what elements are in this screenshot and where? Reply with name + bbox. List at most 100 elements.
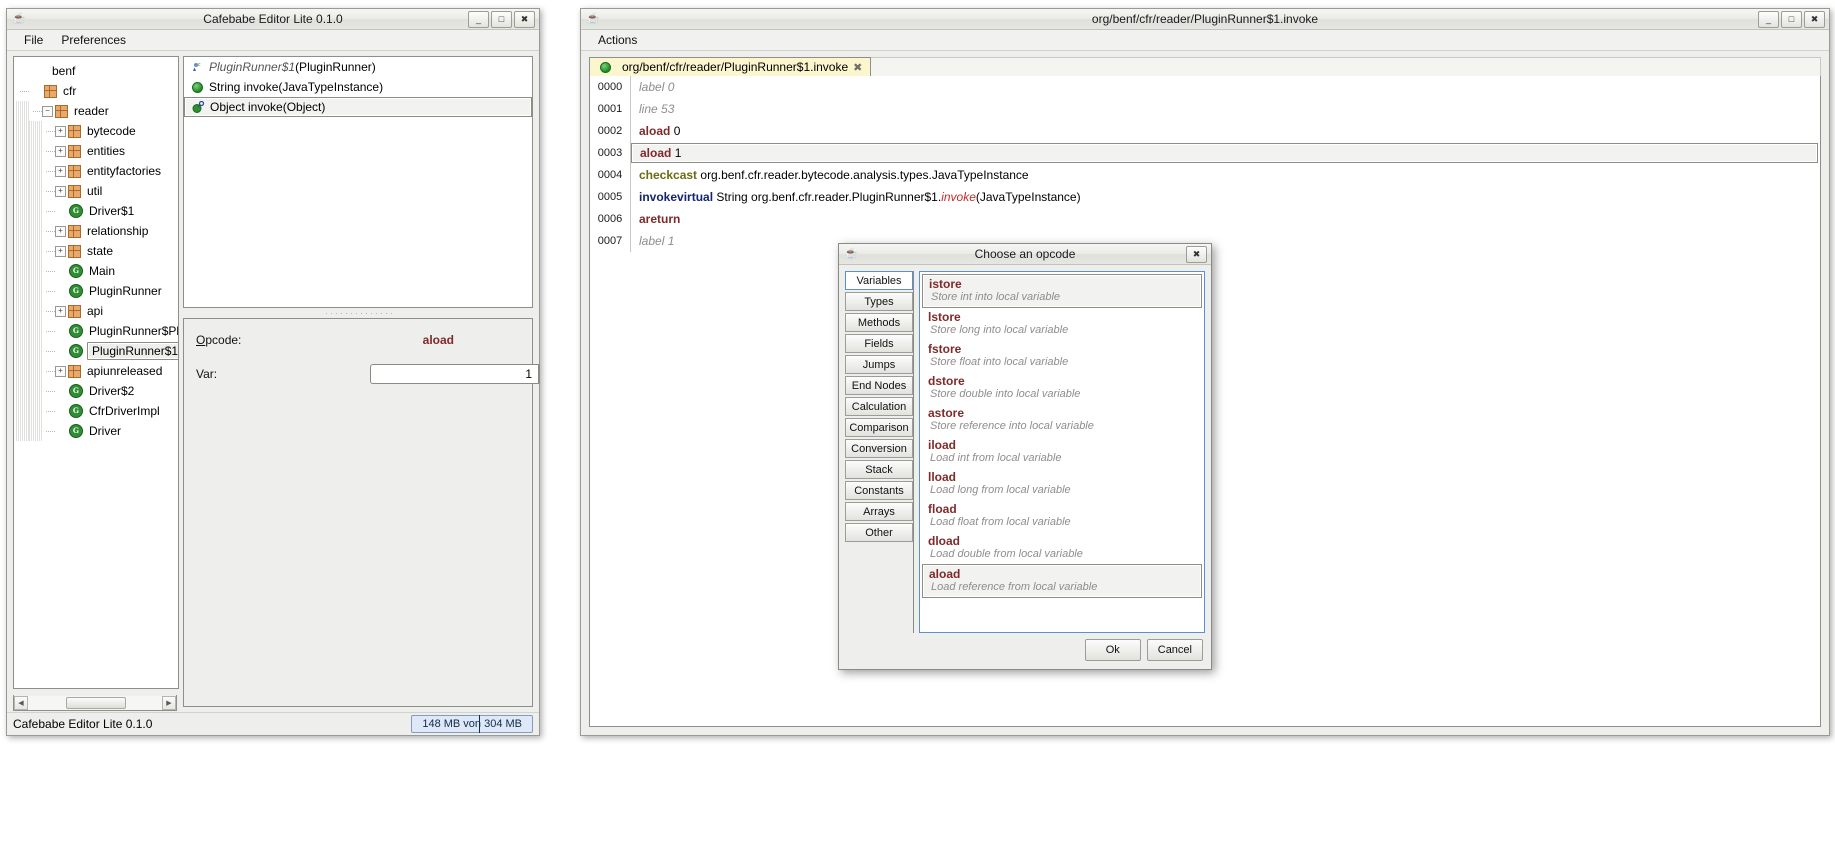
tree-guide-icon xyxy=(29,361,42,381)
tree-node-entityfactories[interactable]: + entityfactories xyxy=(14,161,178,181)
minimize-button[interactable]: _ xyxy=(468,10,489,28)
menu-actions[interactable]: Actions xyxy=(589,31,646,49)
bytecode-row[interactable]: 0005 invokevirtual String org.benf.cfr.re… xyxy=(590,186,1820,208)
category-comparison[interactable]: Comparison xyxy=(845,418,913,437)
category-methods[interactable]: Methods xyxy=(845,313,913,332)
category-fields[interactable]: Fields xyxy=(845,334,913,353)
opcode-option-dstore[interactable]: dstore Store double into local variable xyxy=(922,372,1202,404)
tree-node-pluginrunner-plugin[interactable]: G PluginRunner$Plugin xyxy=(14,321,178,341)
category-stack[interactable]: Stack xyxy=(845,460,913,479)
opcode-option-fstore[interactable]: fstore Store float into local variable xyxy=(922,340,1202,372)
member-list-item[interactable]: Object invoke(Object) xyxy=(184,97,532,117)
member-list[interactable]: c PluginRunner$1(PluginRunner) String invo… xyxy=(183,56,533,308)
bytecode-row[interactable]: 0004 checkcast org.benf.cfr.reader.byteco… xyxy=(590,164,1820,186)
tree-node-util[interactable]: + util xyxy=(14,181,178,201)
scroll-track[interactable] xyxy=(28,695,162,710)
tree-expand-icon[interactable]: + xyxy=(55,225,66,237)
close-button[interactable]: ✖ xyxy=(514,10,535,28)
tree-node-api[interactable]: + api xyxy=(14,301,178,321)
close-button[interactable]: ✖ xyxy=(1804,10,1825,28)
tree-node-driver-2[interactable]: G Driver$2 xyxy=(14,381,178,401)
tree-horizontal-scrollbar[interactable]: ◀ ▶ xyxy=(13,695,177,711)
tree-node-cfr[interactable]: cfr xyxy=(14,81,178,101)
tree-expand-icon[interactable]: + xyxy=(55,125,66,137)
right-window-titlebar[interactable]: ☕ org/benf/cfr/reader/PluginRunner$1.inv… xyxy=(581,9,1829,30)
opcode-option-description: Store int into local variable xyxy=(931,291,1061,303)
tree-handle-spacer xyxy=(29,85,42,98)
tree-expand-icon[interactable]: + xyxy=(55,365,66,377)
tree-node-entities[interactable]: + entities xyxy=(14,141,178,161)
maximize-button[interactable]: □ xyxy=(1781,10,1802,28)
menu-file[interactable]: File xyxy=(15,31,52,49)
opcode-option-lstore[interactable]: lstore Store long into local variable xyxy=(922,308,1202,340)
tree-node-benf[interactable]: benf xyxy=(14,61,178,81)
category-label: Jumps xyxy=(862,358,896,371)
opcode-option-istore[interactable]: istore Store int into local variable xyxy=(922,274,1202,308)
tree-expand-icon[interactable]: + xyxy=(55,245,66,257)
ok-button[interactable]: Ok xyxy=(1084,639,1141,661)
opcode-option-fload[interactable]: fload Load float from local variable xyxy=(922,500,1202,532)
instruction-text: invokevirtual String org.benf.cfr.reader… xyxy=(631,186,1820,208)
member-list-item[interactable]: c PluginRunner$1(PluginRunner) xyxy=(184,57,532,77)
var-input[interactable] xyxy=(370,364,538,384)
tree-expand-icon[interactable]: + xyxy=(55,185,66,197)
tree-node-driver[interactable]: G Driver xyxy=(14,421,178,441)
tree-expand-icon[interactable]: + xyxy=(55,305,66,317)
opcode-option-lload[interactable]: lload Load long from local variable xyxy=(922,468,1202,500)
category-conversion[interactable]: Conversion xyxy=(845,439,913,458)
bytecode-row[interactable]: 0000 label 0 xyxy=(590,76,1820,98)
tree-node-main[interactable]: G Main xyxy=(14,261,178,281)
class-icon: G xyxy=(69,264,83,278)
maximize-button[interactable]: □ xyxy=(491,10,512,28)
scroll-thumb[interactable] xyxy=(65,696,127,709)
dialog-close-button[interactable]: ✖ xyxy=(1186,245,1207,263)
opcode-option-astore[interactable]: astore Store reference into local variabl… xyxy=(922,404,1202,436)
cancel-button[interactable]: Cancel xyxy=(1146,639,1203,661)
bytecode-row[interactable]: 0003 aload 1 xyxy=(590,142,1820,164)
tree-node-pluginrunner-1[interactable]: G PluginRunner$1 xyxy=(14,341,178,361)
tree-node-pluginrunner[interactable]: G PluginRunner xyxy=(14,281,178,301)
category-calculation[interactable]: Calculation xyxy=(845,397,913,416)
member-list-item[interactable]: String invoke(JavaTypeInstance) xyxy=(184,77,532,97)
memory-badge[interactable]: 148 MB von 304 MB xyxy=(411,715,533,733)
opcode-option-aload[interactable]: aload Load reference from local variable xyxy=(922,564,1202,598)
category-end-nodes[interactable]: End Nodes xyxy=(845,376,913,395)
tree-node-reader[interactable]: − reader xyxy=(14,101,178,121)
dialog-titlebar[interactable]: ☕ Choose an opcode ✖ xyxy=(839,244,1211,265)
category-other[interactable]: Other xyxy=(845,523,913,542)
tree-node-apiunreleased[interactable]: + apiunreleased xyxy=(14,361,178,381)
category-constants[interactable]: Constants xyxy=(845,481,913,500)
scroll-right-icon[interactable]: ▶ xyxy=(162,695,176,710)
tree-node-relationship[interactable]: + relationship xyxy=(14,221,178,241)
var-spinner[interactable]: ▲ ▼ xyxy=(370,364,540,384)
bytecode-row[interactable]: 0001 line 53 xyxy=(590,98,1820,120)
class-tree-panel[interactable]: benf cfr − reader + bytecode + entities + entityf… xyxy=(13,56,179,689)
bytecode-row[interactable]: 0006 areturn xyxy=(590,208,1820,230)
tree-expand-icon[interactable]: + xyxy=(55,145,66,157)
category-jumps[interactable]: Jumps xyxy=(845,355,913,374)
tree-node-label: Main xyxy=(89,264,116,278)
minimize-button[interactable]: _ xyxy=(1758,10,1779,28)
tree-node-state[interactable]: + state xyxy=(14,241,178,261)
right-window-controls: _ □ ✖ xyxy=(1758,10,1829,28)
split-pane-divider[interactable] xyxy=(183,309,533,318)
category-label: Constants xyxy=(854,484,904,497)
tree-collapse-icon[interactable]: − xyxy=(42,105,53,117)
tree-node-driver-1[interactable]: G Driver$1 xyxy=(14,201,178,221)
tree-expand-icon[interactable]: + xyxy=(55,165,66,177)
scroll-left-icon[interactable]: ◀ xyxy=(14,695,28,710)
bytecode-row[interactable]: 0002 aload 0 xyxy=(590,120,1820,142)
tree-node-cfrdriverimpl[interactable]: G CfrDriverImpl xyxy=(14,401,178,421)
menu-preferences[interactable]: Preferences xyxy=(52,31,135,49)
tree-node-bytecode[interactable]: + bytecode xyxy=(14,121,178,141)
tab-close-icon[interactable]: ✖ xyxy=(853,61,862,74)
opcode-option-dload[interactable]: dload Load double from local variable xyxy=(922,532,1202,564)
category-variables[interactable]: Variables xyxy=(845,271,913,290)
category-types[interactable]: Types xyxy=(845,292,913,311)
category-arrays[interactable]: Arrays xyxy=(845,502,913,521)
opcode-list[interactable]: istore Store int into local variable lstor… xyxy=(919,271,1205,633)
opcode-option-iload[interactable]: iload Load int from local variable xyxy=(922,436,1202,468)
line-number: 0006 xyxy=(590,208,631,230)
tab-plugin-runner-invoke[interactable]: org/benf/cfr/reader/PluginRunner$1.invok… xyxy=(589,57,872,76)
left-window-titlebar[interactable]: ☕ Cafebabe Editor Lite 0.1.0 _ □ ✖ xyxy=(7,9,539,30)
